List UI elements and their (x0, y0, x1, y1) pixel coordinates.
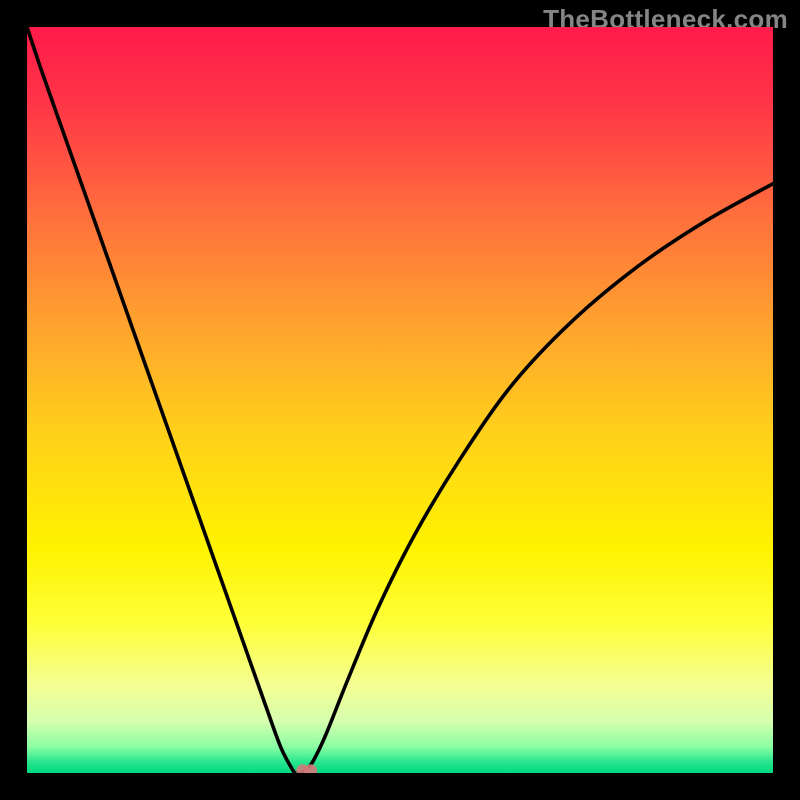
plot-background (27, 27, 773, 773)
chart-frame (27, 27, 773, 773)
bottleneck-chart (27, 27, 773, 773)
